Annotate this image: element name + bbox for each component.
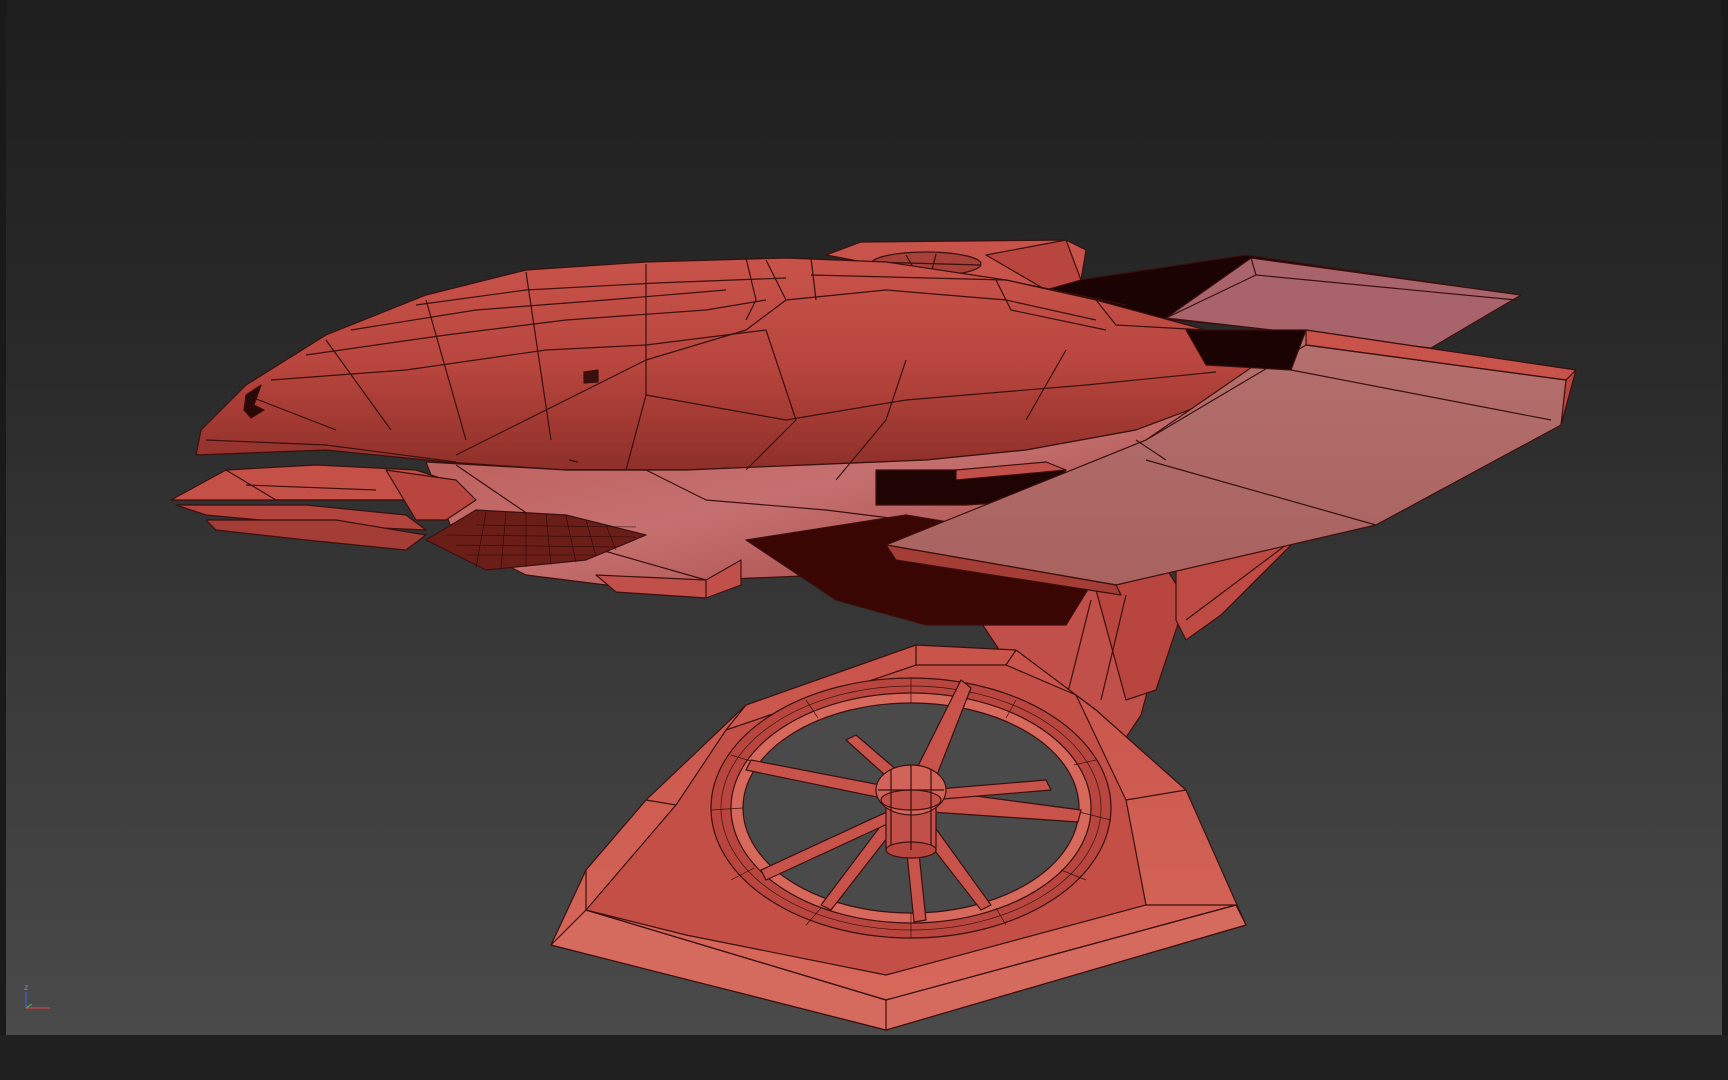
axis-z-label: z — [24, 984, 28, 992]
axis-gizmo: z — [24, 984, 50, 1009]
viewport-right-border — [1722, 0, 1728, 1035]
3d-viewport[interactable]: z — [6, 0, 1722, 1035]
hovercraft-wireframe-model[interactable] — [6, 0, 1722, 1035]
fan-hub — [875, 764, 947, 859]
viewport-bottom-bar — [0, 1035, 1728, 1080]
